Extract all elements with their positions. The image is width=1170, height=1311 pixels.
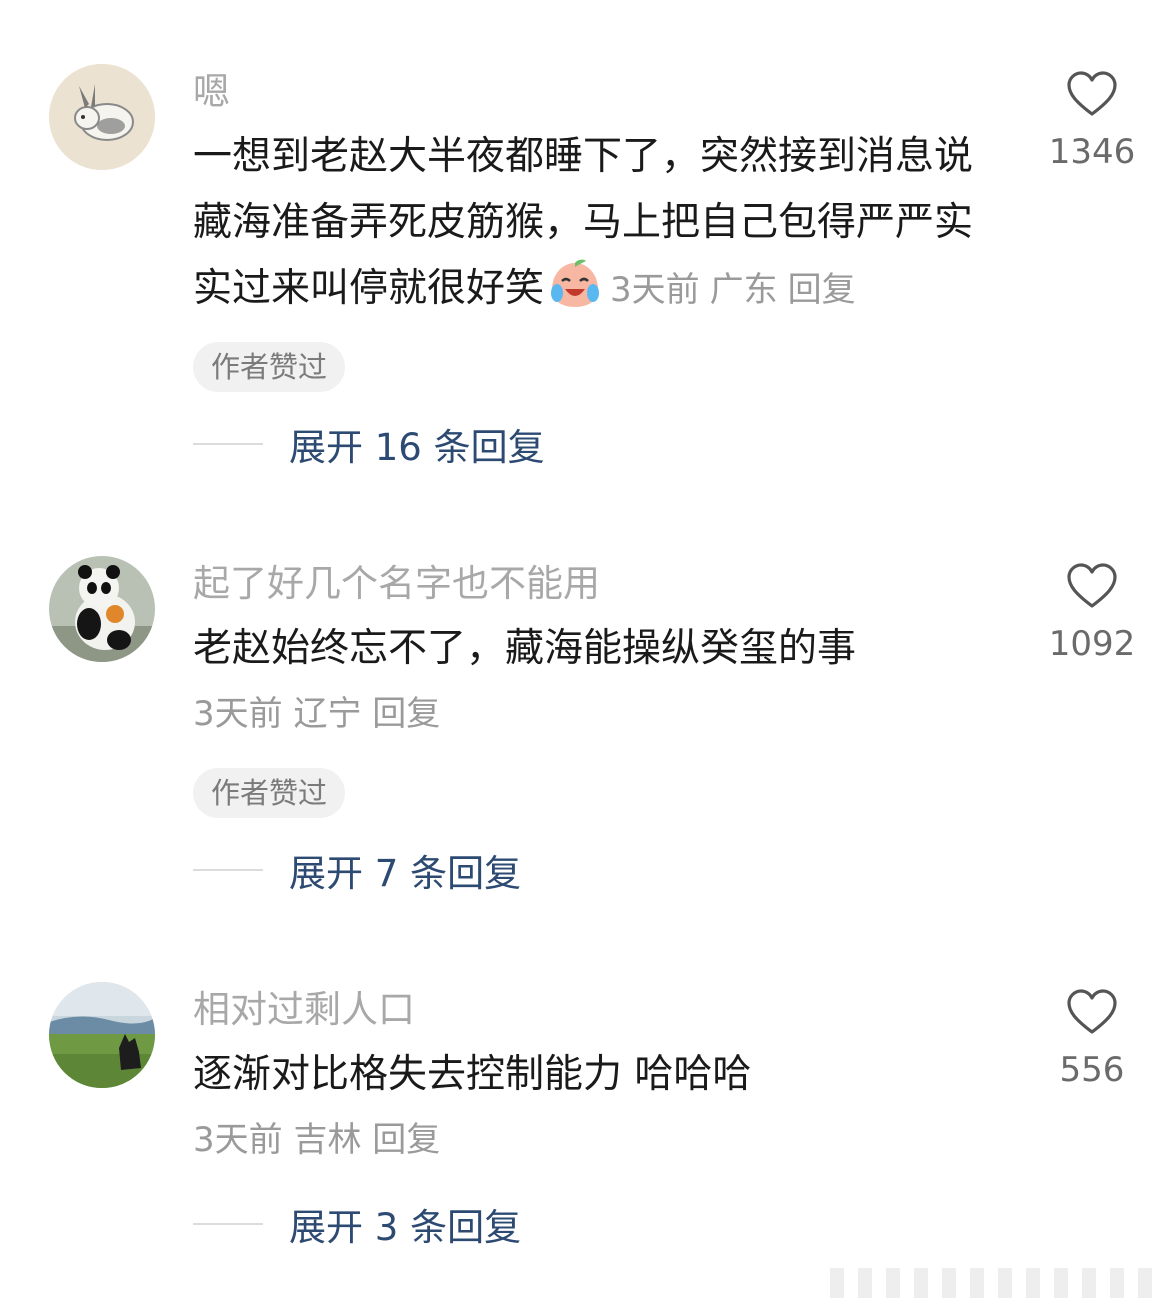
like-count: 1346 bbox=[1048, 132, 1136, 172]
comment-text: 逐渐对比格失去控制能力 哈哈哈 bbox=[193, 1052, 752, 1097]
expand-replies-label: 展开 3 条回复 bbox=[289, 1206, 522, 1249]
comment-time: 3天前 bbox=[610, 270, 700, 310]
expand-replies-label: 展开 7 条回复 bbox=[289, 852, 522, 895]
expand-replies-label: 展开 16 条回复 bbox=[289, 426, 545, 469]
like-count: 1092 bbox=[1048, 624, 1136, 664]
divider bbox=[193, 443, 263, 445]
comment-location: 辽宁 bbox=[293, 694, 362, 734]
username[interactable]: 相对过剩人口 bbox=[193, 985, 415, 1035]
bunny-avatar-icon bbox=[49, 64, 155, 170]
avatar[interactable] bbox=[49, 556, 155, 662]
comment-meta: 3天前 辽宁 回复 bbox=[193, 689, 440, 739]
author-liked-badge: 作者赞过 bbox=[193, 342, 346, 392]
comment-time: 3天前 bbox=[193, 1120, 283, 1160]
divider bbox=[193, 1223, 263, 1225]
panda-avatar-icon bbox=[49, 556, 155, 662]
avatar[interactable] bbox=[49, 982, 155, 1088]
heart-icon[interactable] bbox=[1066, 988, 1118, 1036]
like-control[interactable]: 1092 bbox=[1040, 562, 1144, 664]
comment-meta: 3天前 吉林 回复 bbox=[193, 1115, 440, 1165]
laugh-cry-peach-icon bbox=[551, 259, 600, 307]
comment-text: 一想到老赵大半夜都睡下了，突然接到消息说藏海准备弄死皮筋猴，马上把自己包得严严实… bbox=[193, 124, 993, 323]
expand-replies-button[interactable]: 展开 16 条回复 bbox=[193, 419, 545, 469]
reply-button[interactable]: 回复 bbox=[372, 694, 440, 734]
landscape-dog-avatar-icon bbox=[49, 982, 155, 1088]
reply-button[interactable]: 回复 bbox=[372, 1120, 440, 1160]
watermark-strip bbox=[830, 1268, 1160, 1298]
expand-replies-button[interactable]: 展开 7 条回复 bbox=[193, 845, 521, 895]
divider bbox=[193, 869, 263, 871]
heart-icon[interactable] bbox=[1066, 562, 1118, 610]
like-count: 556 bbox=[1059, 1050, 1125, 1090]
avatar[interactable] bbox=[49, 64, 155, 170]
like-control[interactable]: 556 bbox=[1040, 988, 1144, 1090]
username[interactable]: 嗯 bbox=[193, 67, 230, 117]
comment-location: 广东 bbox=[709, 270, 778, 310]
author-liked-badge: 作者赞过 bbox=[193, 768, 346, 818]
comment-text: 老赵始终忘不了，藏海能操纵癸玺的事 bbox=[193, 626, 857, 671]
heart-icon[interactable] bbox=[1066, 70, 1118, 118]
comment-location: 吉林 bbox=[293, 1120, 362, 1160]
like-control[interactable]: 1346 bbox=[1040, 70, 1144, 172]
reply-button[interactable]: 回复 bbox=[788, 270, 856, 310]
username[interactable]: 起了好几个名字也不能用 bbox=[193, 559, 600, 609]
comment-meta: 3天前 广东 回复 bbox=[610, 270, 866, 310]
comment-time: 3天前 bbox=[193, 694, 283, 734]
expand-replies-button[interactable]: 展开 3 条回复 bbox=[193, 1199, 521, 1249]
